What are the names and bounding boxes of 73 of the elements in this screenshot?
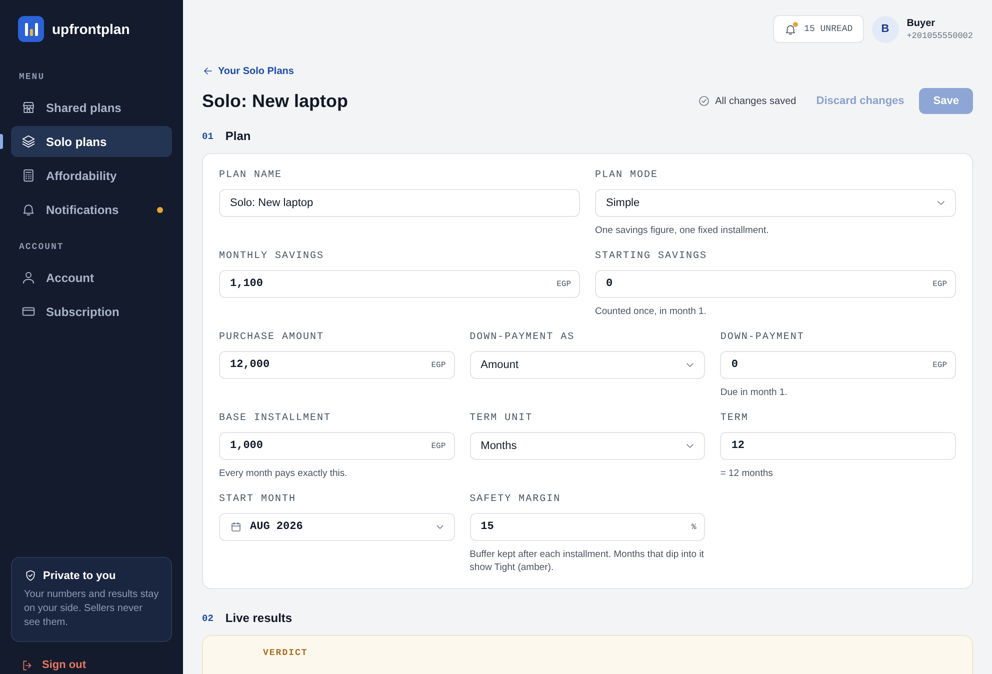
field-label: BASE INSTALLMENT [219,413,332,424]
month-picker[interactable]: AUG 2026 [219,513,455,541]
back-link[interactable]: Your Solo Plans [202,65,294,77]
field-label: SAFETY MARGIN [470,494,562,505]
input-field[interactable]: 0 EGP [595,270,956,298]
check-circle-icon [698,95,710,107]
unit-label: EGP [431,360,446,370]
select-field[interactable]: Simple [595,189,956,217]
sign-out-link[interactable]: Sign out [11,656,172,674]
privacy-text: Your numbers and results stay on your side. Sellers never see them. [24,588,159,630]
section-number: 02 [202,612,214,624]
field-hint: One savings figure, one fixed installment. [595,224,770,237]
calendar-icon [230,521,242,533]
arrow-left-icon [202,65,214,77]
unit-label: EGP [431,442,446,450]
bell-icon [21,202,36,217]
select-field[interactable]: Amount [470,351,706,379]
field-label: TERM UNIT [470,413,534,424]
privacy-title: Private to you [43,570,116,582]
calculator-icon [21,168,36,183]
unit-label: % [692,522,696,532]
notifications-button[interactable]: 15 UNREAD [773,15,864,43]
field-label: START MONTH [219,494,298,505]
unit-label: EGP [556,280,571,288]
input-field[interactable]: 1,100 EGP [219,270,580,298]
avatar[interactable]: B [872,16,899,42]
save-status: All changes saved [698,95,796,107]
person-icon [21,270,36,285]
section-heading: MENU [18,72,46,82]
field-label: PURCHASE AMOUNT [219,332,326,343]
sidebar-item[interactable]: Subscription [11,296,172,327]
sidebar-item[interactable]: Affordability [11,160,172,191]
unread-dot [793,22,798,26]
field-hint: Every month pays exactly this. [219,467,348,480]
verdict-label: VERDICT [263,648,308,658]
field-label: TERM [720,413,750,424]
shield-icon [24,569,37,582]
field-label: PLAN NAME [219,170,284,181]
field-hint: = 12 months [720,467,774,480]
input-field[interactable]: 12,000 EGP [219,351,455,379]
section-number: 01 [202,130,214,142]
field-hint: Due in month 1. [720,386,788,399]
logo-icon [18,16,44,42]
input-field[interactable]: 1,000 EGP [219,432,455,460]
section-title: Plan [225,129,251,143]
storefront-icon [21,100,36,115]
sidebar-item[interactable]: Account [11,262,172,293]
sidebar-item[interactable]: Notifications [11,194,172,225]
field-label: MONTHLY SAVINGS [219,251,326,262]
brand-name: upfrontplan [52,21,130,37]
section-heading: ACCOUNT [18,242,65,252]
user-phone: +201055550002 [906,30,973,40]
input-field[interactable]: Solo: New laptop [219,189,580,217]
sign-out-icon [21,658,34,672]
input-field[interactable]: 0 EGP [720,351,956,379]
layers-icon [21,134,36,149]
field-hint: Buffer kept after each installment. Months that dip into it show Tight (amber). [470,548,705,574]
field-label: PLAN MODE [595,170,660,181]
unit-label: EGP [932,280,947,288]
selection-indicator [0,134,3,149]
bell-icon [784,22,798,36]
page-title: Solo: New laptop [202,90,349,112]
input-field[interactable]: 15 % [470,513,706,541]
sidebar-item[interactable]: Shared plans [11,92,172,123]
field-label: DOWN-PAYMENT AS [470,332,576,343]
field-label: DOWN-PAYMENT [720,332,806,343]
section-title: Live results [225,611,292,625]
select-field[interactable]: Months [470,432,706,460]
field-hint: Counted once, in month 1. [595,305,708,318]
unit-label: EGP [932,360,947,370]
field-label: STARTING SAVINGS [595,251,708,262]
user-name: Buyer [906,18,936,28]
input-field[interactable]: 12 [720,432,956,460]
